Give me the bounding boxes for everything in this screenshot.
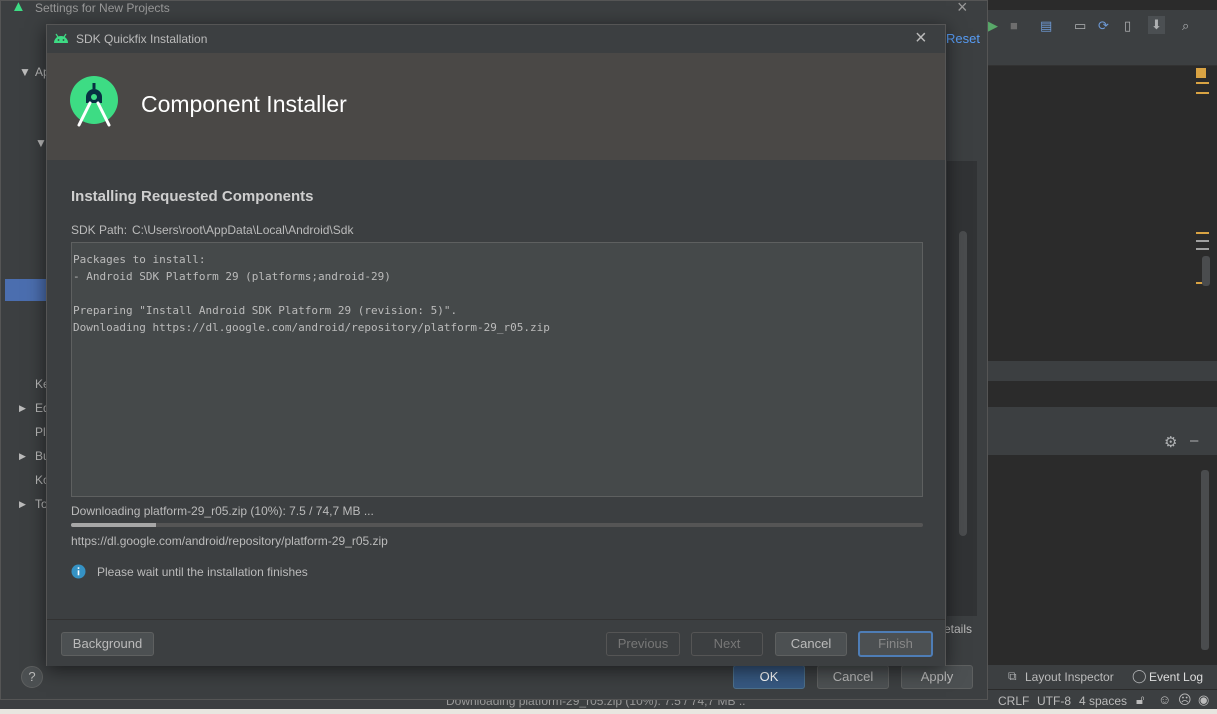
tool-window-content: [988, 455, 1217, 665]
progress-fill: [71, 523, 157, 527]
minimize-icon[interactable]: –: [1190, 432, 1198, 449]
help-button[interactable]: ?: [21, 666, 43, 688]
lock-icon[interactable]: 🔓︎: [1136, 692, 1144, 708]
install-log[interactable]: Packages to install: - Android SDK Platf…: [71, 242, 923, 497]
taskbar-edge: [0, 709, 1217, 714]
download-progress-bar: [71, 523, 923, 527]
event-log-icon: ◯: [1132, 668, 1147, 683]
tool-window-tabs: [988, 407, 1217, 431]
log-line: Downloading https://dl.google.com/androi…: [73, 321, 550, 334]
project-structure-icon[interactable]: ▤: [1040, 18, 1052, 34]
settings-close-icon[interactable]: ×: [957, 0, 968, 18]
avd-manager-icon[interactable]: ▯: [1124, 18, 1131, 34]
editor-tabbar: [988, 40, 1217, 66]
progress-text: Downloading platform-29_r05.zip (10%): 7…: [71, 504, 374, 518]
sync-icon[interactable]: ⟳: [1098, 18, 1109, 34]
marker-line: [1196, 248, 1209, 250]
download-url: https://dl.google.com/android/repository…: [71, 534, 388, 548]
section-title: Installing Requested Components: [71, 188, 314, 205]
tree-arrow-icon[interactable]: ▼: [19, 61, 31, 83]
editor-breadcrumb-bar: [988, 361, 1217, 381]
tree-arrow-icon[interactable]: ▶: [19, 493, 26, 515]
marker-line: [1196, 92, 1209, 94]
terminal-icon[interactable]: ▭: [1074, 18, 1086, 34]
settings-apply-button[interactable]: Apply: [901, 665, 973, 689]
indent-indicator[interactable]: 4 spaces: [1079, 694, 1127, 708]
log-line: Packages to install:: [73, 253, 206, 266]
settings-tree[interactable]: ▼ Ap ▼ Ke ▶ Ed Pl ▶ Bu Ko ▶ To: [5, 27, 50, 651]
layout-inspector-tab[interactable]: Layout Inspector: [1025, 670, 1114, 684]
header-title: Component Installer: [141, 91, 347, 117]
dialog-titlebar: SDK Quickfix Installation ×: [47, 25, 945, 53]
editor-scrollbar[interactable]: [1202, 256, 1210, 286]
tree-item-plugins[interactable]: Pl: [35, 421, 46, 443]
smiley-icon[interactable]: ☺: [1158, 692, 1171, 707]
marker-line: [1196, 240, 1209, 242]
search-everywhere-icon[interactable]: ⌕: [1182, 18, 1189, 34]
info-icon: [71, 564, 86, 579]
event-log-tab[interactable]: Event Log: [1149, 670, 1203, 684]
cancel-button[interactable]: Cancel: [775, 632, 847, 656]
stop-icon[interactable]: ■: [1010, 18, 1018, 33]
settings-scrollbar[interactable]: [959, 231, 967, 536]
bottom-tool-bar: ⧉ Layout Inspector ◯ Event Log: [988, 665, 1217, 689]
dialog-close-icon[interactable]: ×: [915, 27, 927, 50]
android-studio-logo-icon: [70, 76, 118, 127]
tool-window-header: ⚙ –: [988, 431, 1217, 455]
sdk-quickfix-dialog: SDK Quickfix Installation × Component In…: [46, 24, 946, 666]
settings-title: Settings for New Projects: [35, 1, 170, 15]
sdk-path-value: C:\Users\root\AppData\Local\Android\Sdk: [132, 223, 354, 237]
notifications-icon[interactable]: ◉: [1198, 692, 1209, 708]
sdk-manager-icon[interactable]: ⬇: [1148, 16, 1165, 34]
reset-link[interactable]: Reset: [946, 31, 980, 46]
log-line: Preparing "Install Android SDK Platform …: [73, 304, 458, 317]
encoding-indicator[interactable]: UTF-8: [1037, 694, 1071, 708]
gear-icon[interactable]: ⚙: [1164, 433, 1177, 451]
code-editor[interactable]: [988, 66, 1217, 361]
tree-arrow-icon[interactable]: ▶: [19, 445, 26, 467]
ide-toolbar: ▶ ■ ▤ ▭ ⟳ ▯ ⬇ ⌕: [978, 10, 1217, 40]
frown-icon[interactable]: ☹: [1178, 692, 1192, 708]
background-button[interactable]: Background: [61, 632, 154, 656]
dialog-title: SDK Quickfix Installation: [76, 32, 208, 46]
settings-cancel-button[interactable]: Cancel: [817, 665, 889, 689]
editor-gap: [988, 381, 1217, 407]
previous-button[interactable]: Previous: [606, 632, 680, 656]
line-ending-indicator[interactable]: CRLF: [998, 694, 1029, 708]
next-button[interactable]: Next: [691, 632, 763, 656]
log-line: - Android SDK Platform 29 (platforms;and…: [73, 270, 391, 283]
android-studio-icon: ▲: [11, 0, 26, 15]
info-message: Please wait until the installation finis…: [97, 565, 308, 579]
tree-arrow-icon[interactable]: ▶: [19, 397, 26, 419]
sdk-path-label: SDK Path:: [71, 223, 128, 237]
warning-marker: [1196, 68, 1206, 78]
marker-line: [1196, 82, 1209, 84]
android-icon: [54, 33, 68, 43]
panel-scrollbar[interactable]: [1201, 470, 1209, 650]
layout-inspector-icon: ⧉: [1008, 669, 1017, 683]
dialog-header: Component Installer: [47, 53, 945, 160]
details-link[interactable]: etails: [944, 622, 972, 636]
marker-line: [1196, 232, 1209, 234]
tree-selected-row[interactable]: [5, 279, 47, 301]
run-icon[interactable]: ▶: [988, 18, 998, 34]
finish-button[interactable]: Finish: [858, 631, 933, 657]
settings-ok-button[interactable]: OK: [733, 665, 805, 689]
dialog-footer: Background Previous Next Cancel Finish: [47, 619, 945, 666]
